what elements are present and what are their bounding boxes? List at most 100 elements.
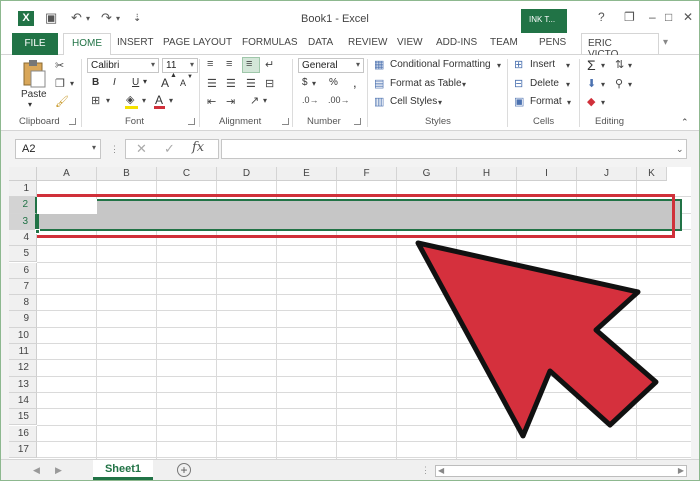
tab-split-grip-icon[interactable]: ⋮ [421, 465, 430, 476]
bold-button[interactable]: B [92, 77, 99, 88]
row-header-3[interactable]: 3 [9, 213, 37, 230]
account-dropdown-icon[interactable]: ▾ [663, 37, 668, 48]
redo-icon[interactable]: ↷ [101, 10, 112, 26]
column-header-d[interactable]: D [217, 167, 277, 181]
conditional-formatting-dropdown-icon[interactable]: ▾ [497, 61, 501, 70]
percent-button[interactable]: % [329, 77, 338, 88]
delete-dropdown-icon[interactable]: ▾ [566, 80, 570, 89]
column-header-e[interactable]: E [277, 167, 337, 181]
row-header-13[interactable]: 13 [9, 376, 37, 393]
excel-logo-icon[interactable]: X [18, 11, 34, 26]
row-header-16[interactable]: 16 [9, 425, 37, 442]
paste-dropdown-icon[interactable]: ▾ [28, 100, 32, 109]
name-box[interactable]: A2 ▾ [15, 139, 101, 159]
row-header-8[interactable]: 8 [9, 295, 37, 312]
fill-dropdown-icon[interactable]: ▾ [601, 80, 605, 89]
align-center-icon[interactable]: ☰ [226, 77, 236, 90]
chevron-down-icon[interactable]: ▾ [92, 143, 96, 152]
cell-styles-button[interactable]: Cell Styles [390, 96, 437, 107]
fill-handle[interactable] [35, 229, 40, 234]
expand-formula-bar-icon[interactable]: ⌄ [676, 144, 684, 155]
number-launcher-icon[interactable] [354, 118, 361, 125]
font-launcher-icon[interactable] [188, 118, 195, 125]
decrease-indent-icon[interactable]: ⇤ [207, 95, 216, 108]
horizontal-scrollbar[interactable]: ◀ ▶ [435, 465, 687, 477]
maximize-icon[interactable]: □ [665, 10, 672, 24]
increase-decimal-icon[interactable]: .0→ [302, 95, 319, 105]
tab-data[interactable]: DATA [308, 37, 333, 48]
tab-page-layout[interactable]: PAGE LAYOUT [163, 37, 232, 48]
worksheet-grid[interactable]: A B C D E F G H I J K 1 2 3 4 5 6 7 8 9 10 11 12 13 14 15 16 17 [9, 167, 691, 459]
redo-dropdown-icon[interactable]: ▾ [116, 14, 120, 23]
tab-view[interactable]: VIEW [397, 37, 423, 48]
column-header-a[interactable]: A [37, 167, 97, 181]
column-header-c[interactable]: C [157, 167, 217, 181]
insert-button[interactable]: Insert [530, 59, 555, 70]
wrap-text-icon[interactable]: ↵ [265, 58, 274, 71]
tab-pens[interactable]: PENS [539, 37, 566, 48]
font-color-button[interactable]: A [155, 93, 163, 107]
conditional-formatting-button[interactable]: Conditional Formatting [390, 59, 491, 70]
format-button[interactable]: Format [530, 96, 562, 107]
underline-button[interactable]: U [132, 77, 139, 88]
row-header-14[interactable]: 14 [9, 392, 37, 410]
grow-font-button[interactable]: A [161, 76, 169, 90]
column-header-k[interactable]: K [637, 167, 667, 181]
select-all-corner[interactable] [9, 167, 37, 181]
format-as-table-button[interactable]: Format as Table [390, 78, 462, 89]
copy-dropdown-icon[interactable]: ▾ [70, 79, 74, 88]
paste-icon[interactable] [21, 59, 47, 89]
shrink-font-button[interactable]: A [180, 78, 186, 88]
delete-button[interactable]: Delete [530, 78, 559, 89]
align-right-icon[interactable]: ☰ [246, 77, 256, 90]
borders-dropdown-icon[interactable]: ▾ [106, 96, 110, 105]
sheet-tab-sheet1[interactable]: Sheet1 [93, 460, 153, 480]
find-icon[interactable]: ⚲ [615, 77, 623, 90]
row-header-6[interactable]: 6 [9, 262, 37, 279]
fill-color-icon[interactable]: ◈ [126, 93, 134, 106]
add-sheet-icon[interactable]: + [177, 463, 191, 477]
next-sheet-icon[interactable]: ▶ [55, 465, 62, 476]
currency-button[interactable]: $ [302, 77, 308, 88]
align-middle-icon[interactable]: ≡ [226, 58, 232, 70]
underline-dropdown-icon[interactable]: ▾ [143, 77, 147, 86]
undo-dropdown-icon[interactable]: ▾ [86, 14, 90, 23]
row-header-7[interactable]: 7 [9, 278, 37, 296]
find-dropdown-icon[interactable]: ▾ [628, 80, 632, 89]
orientation-dropdown-icon[interactable]: ▾ [263, 96, 267, 105]
enter-icon[interactable]: ✓ [164, 141, 175, 157]
borders-icon[interactable]: ⊞ [91, 94, 100, 107]
scroll-right-icon[interactable]: ▶ [678, 466, 684, 475]
prev-sheet-icon[interactable]: ◀ [33, 465, 40, 476]
tab-home[interactable]: HOME [63, 33, 111, 56]
insert-dropdown-icon[interactable]: ▾ [566, 61, 570, 70]
font-size-combo[interactable]: 11 ▾ [162, 58, 198, 73]
format-dropdown-icon[interactable]: ▾ [567, 98, 571, 107]
alignment-launcher-icon[interactable] [282, 118, 289, 125]
tab-formulas[interactable]: FORMULAS [242, 37, 298, 48]
increase-indent-icon[interactable]: ⇥ [226, 95, 235, 108]
row-header-15[interactable]: 15 [9, 409, 37, 426]
help-icon[interactable]: ? [598, 10, 605, 24]
italic-button[interactable]: I [113, 77, 116, 88]
clear-dropdown-icon[interactable]: ▾ [601, 98, 605, 107]
row-header-5[interactable]: 5 [9, 246, 37, 263]
format-table-dropdown-icon[interactable]: ▾ [462, 80, 466, 89]
font-name-combo[interactable]: Calibri ▾ [87, 58, 159, 73]
column-header-f[interactable]: F [337, 167, 397, 181]
user-account[interactable]: ERIC VICTO... [581, 33, 659, 60]
ink-tools-tab[interactable]: INK T... [521, 9, 567, 33]
fill-icon[interactable]: ⬇ [587, 77, 596, 90]
cell-styles-dropdown-icon[interactable]: ▾ [438, 98, 442, 107]
tab-add-ins[interactable]: ADD-INS [436, 37, 477, 48]
column-header-j[interactable]: J [577, 167, 637, 181]
copy-icon[interactable]: ❐ [55, 77, 65, 90]
close-icon[interactable]: ✕ [683, 10, 693, 24]
row-header-11[interactable]: 11 [9, 344, 37, 361]
tab-team[interactable]: TEAM [490, 37, 518, 48]
tab-insert[interactable]: INSERT [117, 37, 154, 48]
insert-function-icon[interactable]: fx [192, 140, 204, 155]
sort-filter-icon[interactable]: ⇅ [615, 58, 624, 71]
tab-file[interactable]: FILE [12, 33, 58, 55]
decrease-decimal-icon[interactable]: .00→ [328, 95, 350, 105]
